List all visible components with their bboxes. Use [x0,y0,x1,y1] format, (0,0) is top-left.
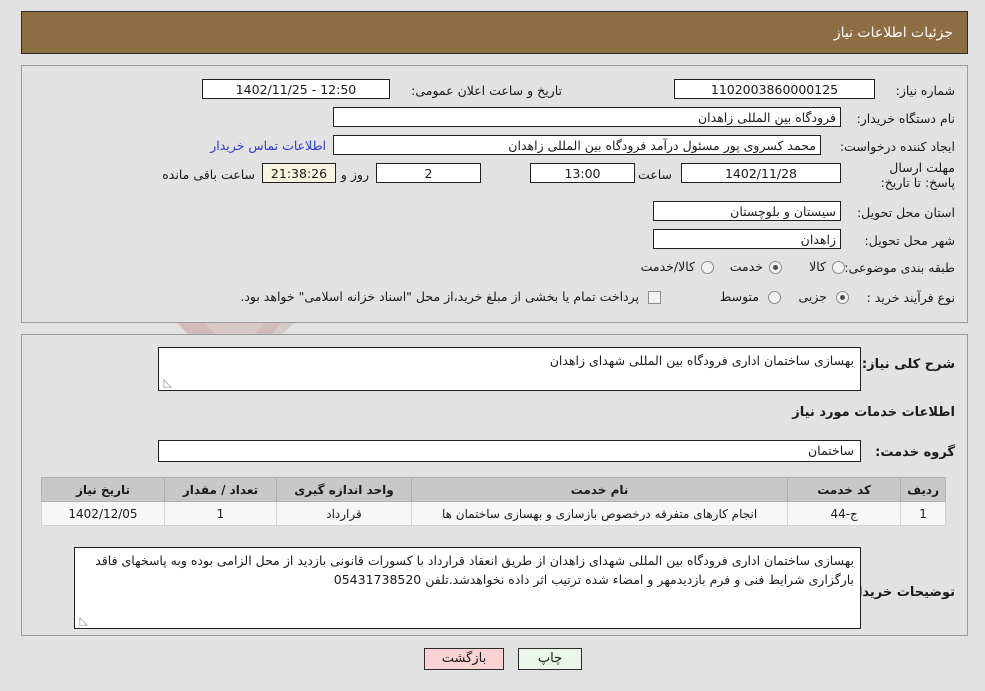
radio-category-service-label: خدمت [729,259,763,274]
radio-category-goods-service-label: کالا/خدمت [640,259,695,274]
page-header-bar: جزئیات اطلاعات نیاز [21,11,968,54]
cell-code: ج-44 [787,501,902,526]
column-header-name: نام خدمت [410,477,789,502]
delivery-city-value: زاهدان [653,229,841,249]
purchase-process-label: نوع فرآیند خرید : [866,290,955,305]
service-group-field[interactable]: ساختمان [158,440,861,462]
service-group-label: گروه خدمت: [875,445,955,460]
column-header-unit: واحد اندازه گیری [276,477,412,502]
table-header-row: ردیف کد خدمت نام خدمت واحد اندازه گیری ت… [41,477,946,502]
announce-datetime-value: 12:50 - 1402/11/25 [202,79,390,99]
column-header-code: کد خدمت [787,477,902,502]
request-creator-value: محمد کسروی پور مسئول درآمد فرودگاه بین ا… [333,135,821,155]
buyer-contact-link[interactable]: اطلاعات تماس خریدار [210,138,326,153]
buyer-org-label: نام دستگاه خریدار: [856,111,955,126]
column-header-need-date: تاریخ نیاز [41,477,165,502]
buyer-notes-value: بهسازی ساختمان اداری فرودگاه بین المللی … [95,553,854,587]
general-description-label: شرح کلی نیاز: [861,357,955,372]
radio-category-goods-label: کالا [809,259,826,274]
general-description-value: بهسازی ساختمان اداری فرودگاه بین المللی … [549,353,854,368]
cell-need-date: 1402/12/05 [41,501,165,526]
delivery-city-label: شهر محل تحویل: [864,233,955,248]
radio-process-minor[interactable] [836,291,849,304]
radio-process-medium[interactable] [768,291,781,304]
subject-category-label: طبقه بندی موضوعی: [844,260,955,275]
service-group-value: ساختمان [808,443,854,458]
days-remaining-value: 2 [376,163,481,183]
page-title: جزئیات اطلاعات نیاز [833,25,953,41]
print-button[interactable]: چاپ [518,648,582,670]
cell-row-no: 1 [900,501,946,526]
resize-handle-icon[interactable]: ◺ [162,377,172,388]
days-remaining-label: روز و [340,167,369,182]
deadline-date-value: 1402/11/28 [681,163,841,183]
services-table: ردیف کد خدمت نام خدمت واحد اندازه گیری ت… [41,477,946,526]
buyer-notes-textarea[interactable]: بهسازی ساختمان اداری فرودگاه بین المللی … [74,547,861,629]
column-header-quantity: تعداد / مقدار [164,477,277,502]
radio-category-goods-service[interactable] [701,261,714,274]
cell-name: انجام کارهای متفرقه درخصوص بازسازی و بهس… [410,501,789,526]
countdown-timer-value: 21:38:26 [262,163,336,183]
resize-handle-icon-notes[interactable]: ◺ [78,615,88,626]
response-deadline-label: مهلت ارسال پاسخ: تا تاریخ: [880,160,955,190]
radio-category-goods[interactable] [832,261,845,274]
announce-datetime-label: تاریخ و ساعت اعلان عمومی: [411,83,562,98]
delivery-province-label: استان محل تحویل: [856,205,955,220]
request-creator-label: ایجاد کننده درخواست: [839,139,955,154]
islamic-treasury-checkbox[interactable] [648,291,661,304]
general-description-textarea[interactable]: بهسازی ساختمان اداری فرودگاه بین المللی … [158,347,861,391]
countdown-timer-label: ساعت باقی مانده [162,167,255,182]
back-button[interactable]: بازگشت [424,648,504,670]
need-number-value: 1102003860000125 [674,79,875,99]
islamic-treasury-note: پرداخت تمام یا بخشی از مبلغ خرید،از محل … [240,289,639,304]
buyer-notes-label: توضیحات خریدار: [845,585,955,600]
radio-category-service[interactable] [769,261,782,274]
deadline-hour-value: 13:00 [530,163,635,183]
column-header-row-no: ردیف [900,477,946,502]
services-section-title: اطلاعات خدمات مورد نیاز [792,405,955,420]
radio-process-minor-label: جزیی [798,289,827,304]
cell-unit: قرارداد [276,501,412,526]
buyer-org-value: فرودگاه بین المللی زاهدان [333,107,841,127]
need-number-label: شماره نیاز: [895,83,955,98]
radio-process-medium-label: متوسط [719,289,759,304]
need-summary-panel: شماره نیاز: 1102003860000125 تاریخ و ساع… [21,65,968,323]
deadline-hour-label: ساعت [637,167,672,182]
table-row: 1 ج-44 انجام کارهای متفرقه درخصوص بازساز… [41,501,946,526]
cell-quantity: 1 [164,501,277,526]
delivery-province-value: سیستان و بلوچستان [653,201,841,221]
need-details-panel: شرح کلی نیاز: بهسازی ساختمان اداری فرودگ… [21,334,968,636]
